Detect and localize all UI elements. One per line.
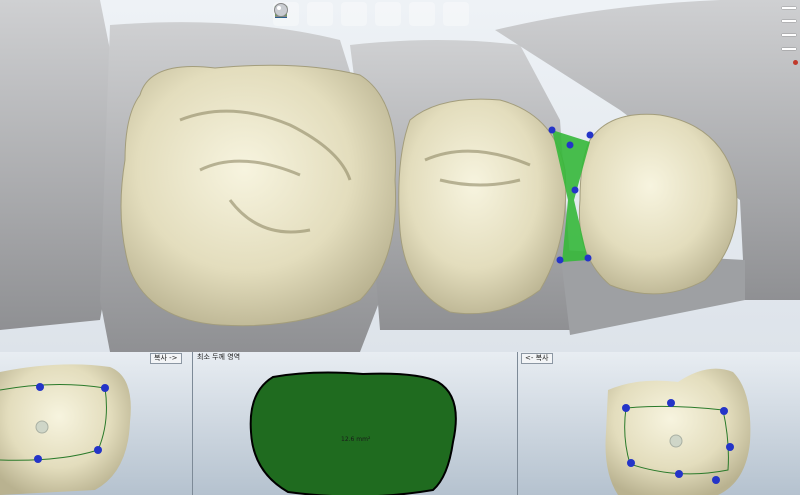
center-detail-pane: 최소 두께 영역 12.6 mm² [193,352,517,495]
slider-tick[interactable] [782,34,796,36]
copy-left-tab[interactable]: <- 복사 [521,353,553,364]
contact-area-shape [249,371,457,495]
design-toolbar [273,2,469,26]
left-detail-pane[interactable]: 복사 -> [0,352,192,495]
copy-right-tab[interactable]: 복사 -> [150,353,182,364]
min-thickness-area-title: 최소 두께 영역 [197,353,241,361]
slider-tick[interactable] [782,48,796,50]
3d-viewport[interactable] [0,0,800,352]
right-contact-view[interactable] [518,352,800,495]
tooth-base-tool-button[interactable] [275,2,367,26]
adjacent-tooth-crown [578,113,738,295]
molar-crown [120,64,397,327]
left-contact-view[interactable] [0,352,192,495]
crown-tool-button[interactable] [274,2,401,26]
tooth-green-tool-button[interactable] [275,2,333,26]
view-slider-controls[interactable] [778,2,798,72]
slider-handle[interactable] [793,60,798,65]
sphere-icon [274,3,288,17]
right-detail-pane[interactable]: <- 복사 [518,352,800,495]
contact-area-shape-view [249,371,457,495]
tooth-heart-tool-button[interactable] [274,2,435,26]
slider-tick[interactable] [782,7,796,9]
right-center-point[interactable] [669,434,683,448]
slider-tick[interactable] [782,20,796,22]
sphere-tool-button[interactable] [274,2,469,26]
left-center-point[interactable] [35,420,49,434]
dental-model-view[interactable] [0,0,800,352]
contact-area-value: 12.6 mm² [341,436,371,443]
detail-panels: 복사 -> 최소 두께 영역 12.6 mm² <- 복사 [0,352,800,495]
premolar-crown [398,98,567,315]
